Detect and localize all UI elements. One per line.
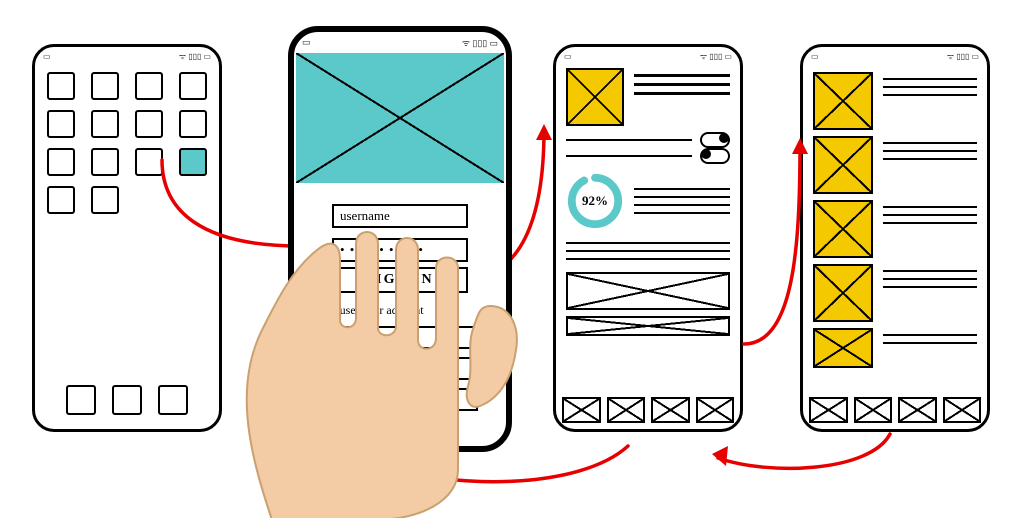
status-left: ▭ [811, 52, 819, 61]
banner-placeholder [566, 272, 730, 310]
status-right: ᯤ ▯▯▯ ▭ [700, 51, 732, 62]
tab-item[interactable] [943, 397, 982, 423]
thumbnail-image [566, 68, 624, 126]
status-left: ▭ [43, 52, 51, 61]
title-line [634, 83, 730, 86]
list-item[interactable] [813, 264, 977, 322]
dock-icon[interactable] [112, 385, 142, 415]
status-left: ▭ [302, 37, 311, 48]
hand-holding-device [222, 210, 522, 518]
tab-item[interactable] [562, 397, 601, 423]
app-icon[interactable] [47, 72, 75, 100]
title-line [634, 74, 730, 77]
status-left: ▭ [564, 52, 572, 61]
list-item[interactable] [813, 136, 977, 194]
setting-row [566, 139, 692, 141]
title-line [634, 92, 730, 95]
status-right: ᯤ ▯▯▯ ▭ [462, 36, 498, 49]
app-icon[interactable] [47, 186, 75, 214]
setting-row [566, 155, 692, 157]
app-icon[interactable] [47, 148, 75, 176]
text-line [634, 188, 730, 190]
app-icon[interactable] [179, 72, 207, 100]
tab-item[interactable] [651, 397, 690, 423]
list-item[interactable] [813, 200, 977, 258]
dock[interactable] [35, 385, 219, 415]
tab-item[interactable] [809, 397, 848, 423]
list-thumbnail [813, 72, 873, 130]
tab-item[interactable] [854, 397, 893, 423]
status-bar: ▭ ᯤ ▯▯▯ ▭ [556, 47, 740, 64]
tab-bar[interactable] [562, 397, 734, 423]
toggle-switch-on[interactable] [700, 132, 730, 148]
status-bar: ▭ ᯤ ▯▯▯ ▭ [803, 47, 987, 64]
status-bar: ▭ ᯤ ▯▯▯ ▭ [35, 47, 219, 64]
toggle-switch-off[interactable] [700, 148, 730, 164]
text-line [566, 242, 730, 244]
hero-image-placeholder [296, 53, 504, 183]
tab-bar[interactable] [809, 397, 981, 423]
app-icon[interactable] [91, 110, 119, 138]
app-icon[interactable] [179, 110, 207, 138]
progress-label: 92% [566, 172, 624, 230]
flow-arrow-list-back-to-detail [700, 428, 900, 488]
app-icon[interactable] [91, 148, 119, 176]
app-icon[interactable] [135, 110, 163, 138]
app-icon[interactable] [135, 72, 163, 100]
text-line [634, 196, 730, 198]
tab-item[interactable] [696, 397, 735, 423]
banner-placeholder [566, 316, 730, 336]
list-item[interactable] [813, 72, 977, 130]
text-line [634, 212, 730, 214]
tab-item[interactable] [607, 397, 646, 423]
dock-icon[interactable] [66, 385, 96, 415]
screen-list: ▭ ᯤ ▯▯▯ ▭ [800, 44, 990, 432]
status-bar: ▭ ᯤ ▯▯▯ ▭ [294, 32, 506, 51]
app-icon[interactable] [47, 110, 75, 138]
list-item[interactable] [813, 328, 977, 368]
screen-detail: ▭ ᯤ ▯▯▯ ▭ 92% [553, 44, 743, 432]
dock-icon[interactable] [158, 385, 188, 415]
progress-ring: 92% [566, 172, 624, 230]
status-right: ᯤ ▯▯▯ ▭ [947, 51, 979, 62]
text-line [566, 250, 730, 252]
text-line [634, 204, 730, 206]
flow-arrow-detail-to-list [734, 126, 824, 356]
status-right: ᯤ ▯▯▯ ▭ [179, 51, 211, 62]
app-icon[interactable] [91, 186, 119, 214]
app-icon[interactable] [91, 72, 119, 100]
text-line [566, 258, 730, 260]
tab-item[interactable] [898, 397, 937, 423]
